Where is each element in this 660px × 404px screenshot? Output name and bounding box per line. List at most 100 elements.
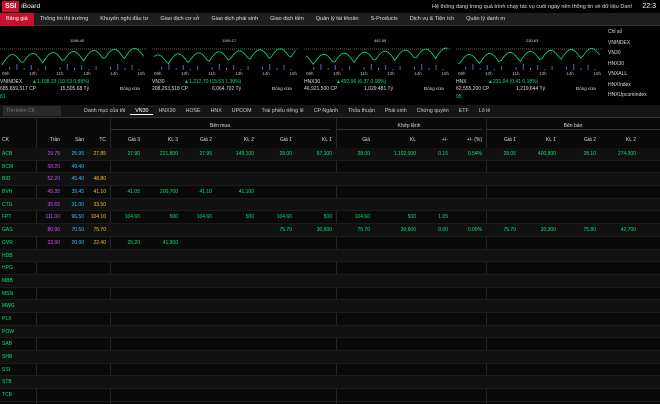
cell-pm: 0.15 xyxy=(438,151,448,157)
col-skl2[interactable]: KL 2 xyxy=(600,137,636,143)
menu-item-3[interactable]: Giao dịch cơ sở xyxy=(154,13,205,26)
top-bar: SSI iBoard Hệ thống đang trong quá trình… xyxy=(0,0,660,13)
col-skl1[interactable]: KL 1 xyxy=(520,137,556,143)
table-row[interactable]: HDB xyxy=(0,249,660,263)
svg-text:492.59: 492.59 xyxy=(374,38,387,43)
filter-tab-0[interactable]: Danh mục của tôi xyxy=(79,108,130,114)
cell-san: 39.45 xyxy=(71,189,84,196)
table-row[interactable]: BCM 58.20 49.40 xyxy=(0,161,660,174)
filter-tab-6[interactable]: Trái phiếu riêng lẻ xyxy=(256,108,308,114)
cell-kl1: 500 xyxy=(323,214,332,221)
table-row[interactable]: CTG 35.65 31.00 33.50 xyxy=(0,198,660,212)
filter-tab-5[interactable]: UPCOM xyxy=(227,108,257,114)
menu-item-1[interactable]: Thông tin thị trường xyxy=(34,13,95,26)
menu-item-2[interactable]: Khuyến nghị đầu tư xyxy=(94,13,154,26)
table-row[interactable]: SAB xyxy=(0,338,660,351)
index-panel-0[interactable]: 1198.40 09h 10h 11h 13h 14h 15h VNINDEX ▲1,19… xyxy=(0,27,147,104)
index-change: ▲1,212.70 (15.53 1.30%) xyxy=(184,79,242,85)
index-volume: 685,659,517 CP xyxy=(0,86,37,92)
svg-text:1199.17: 1199.17 xyxy=(222,38,237,43)
table-row[interactable]: GAS 80.90 70.50 75.70 75.70 30,600 75.70 30,600… xyxy=(0,224,660,237)
table-row[interactable]: PLX xyxy=(0,313,660,326)
cell-pm: 0.00 xyxy=(438,227,448,234)
cell-ck: BID xyxy=(2,176,11,183)
table-row[interactable]: MWG xyxy=(0,300,660,313)
filter-tab-3[interactable]: HOSE xyxy=(181,108,206,114)
menu-item-7[interactable]: S-Products xyxy=(365,13,404,26)
col-tc[interactable]: TC xyxy=(86,137,106,143)
index-option-4[interactable]: VNXALL xyxy=(608,69,660,80)
cell-ck: FPT xyxy=(2,214,12,221)
col-sgia2[interactable]: Giá 2 xyxy=(560,137,596,143)
col-gia2[interactable]: Giá 2 xyxy=(182,137,212,143)
filter-tab-2[interactable]: HNX30 xyxy=(153,108,180,114)
table-row[interactable]: BVH 45.35 39.45 41.10 41.05 200,700 41.10 41,10… xyxy=(0,186,660,199)
index-panel-1[interactable]: 1199.17 09h 10h 11h 13h 14h 15h VN30 ▲1,212.7… xyxy=(152,27,299,104)
index-panel-3[interactable]: 230.63 09h 10h 11h 13h 14h 15h HNX ▲231.04 (0… xyxy=(456,27,603,104)
col-kl1[interactable]: KL 1 xyxy=(296,137,332,143)
index-volume: 208,253,518 CP xyxy=(152,86,189,92)
index-option-2[interactable]: VN30 xyxy=(608,48,660,59)
filter-tab-12[interactable]: Lô lẻ xyxy=(474,108,496,114)
menu-item-9[interactable]: Quản lý danh m xyxy=(460,13,511,26)
col-kl3[interactable]: KL 3 xyxy=(142,137,178,143)
cell-ck: STB xyxy=(2,379,12,386)
col-ck[interactable]: CK xyxy=(2,137,20,143)
index-list[interactable]: Chỉ số VNINDEX VN30 HNX30 VNXALL HNXIndex HNXU… xyxy=(608,27,660,101)
menu-item-0[interactable]: Bảng giá xyxy=(0,12,34,26)
index-option-1[interactable]: VNINDEX xyxy=(608,38,660,49)
col-gia1[interactable]: Giá 1 xyxy=(258,137,292,143)
filter-tab-8[interactable]: Thỏa thuận xyxy=(343,108,380,114)
table-row[interactable]: HPG xyxy=(0,262,660,275)
filter-tab-1[interactable]: VN30 xyxy=(130,108,154,115)
menu-item-4[interactable]: Giao dịch phái sinh xyxy=(205,13,264,26)
table-row[interactable]: POW xyxy=(0,325,660,339)
menu-item-8[interactable]: Dịch vụ & Tiện ích xyxy=(404,13,460,26)
index-option-5[interactable]: HNXIndex xyxy=(608,80,660,91)
buy-side-header: Bên mua xyxy=(110,123,330,130)
col-gia3[interactable]: Giá 3 xyxy=(114,137,140,143)
filter-tab-4[interactable]: HNX xyxy=(206,108,227,114)
col-sgia1[interactable]: Giá 1 xyxy=(486,137,516,143)
filter-tab-11[interactable]: ETF xyxy=(454,108,474,114)
main-menu: Bảng giá Thông tin thị trường Khuyến nghị … xyxy=(0,12,660,26)
col-san[interactable]: Sàn xyxy=(62,137,84,143)
cell-ck: SSI xyxy=(2,366,11,373)
cell-gia: 28.00 xyxy=(357,151,370,157)
col-kl[interactable]: KL xyxy=(374,137,416,143)
index-option-6[interactable]: HNXUpcomIndex xyxy=(608,90,660,101)
menu-item-5[interactable]: Giao dịch tiền xyxy=(264,13,310,26)
index-option-0[interactable]: Chỉ số xyxy=(608,27,660,38)
index-change: ▲1,198.33 (10.53 0.88%) xyxy=(32,79,90,85)
filter-tab-7[interactable]: CP Ngành xyxy=(309,108,343,114)
table-row[interactable]: MSN xyxy=(0,288,660,301)
table-row[interactable]: TCB xyxy=(0,389,660,402)
table-row[interactable]: ACB 29.75 25.95 27.85 27.90 221,800 27.95 149,1… xyxy=(0,148,660,161)
col-pct[interactable]: +/- (%) xyxy=(452,137,482,143)
cell-tc: 33.50 xyxy=(93,201,106,208)
table-row[interactable]: SHB xyxy=(0,351,660,364)
cell-ck: SHB xyxy=(2,354,13,360)
table-row[interactable]: BID 52.20 45.40 48.80 xyxy=(0,173,660,187)
index-option-3[interactable]: HNX30 xyxy=(608,59,660,70)
index-panel-2[interactable]: 492.59 09h 10h 11h 13h 14h 15h HNX30 ▲492.96 … xyxy=(304,27,451,104)
index-name: VN30 xyxy=(152,79,165,85)
menu-item-6[interactable]: Quản lý tài khoản xyxy=(310,13,365,26)
cell-ck: PLX xyxy=(2,315,12,322)
col-kl2[interactable]: KL 2 xyxy=(216,137,254,143)
table-row[interactable]: FPT 111.00 96.50 104.10 104.60 500 104.60 500 10… xyxy=(0,211,660,225)
cell-gia3: 41.05 xyxy=(127,189,140,196)
col-pm[interactable]: +/- xyxy=(420,137,448,143)
table-row[interactable]: GVR 23.90 20.90 22.40 25.20 41,900 xyxy=(0,237,660,250)
filter-tab-10[interactable]: Chứng quyền xyxy=(412,108,454,114)
filter-tab-9[interactable]: Phái sinh xyxy=(380,108,412,114)
cell-kl: 30,600 xyxy=(400,227,416,234)
cell-gia2: 27.95 xyxy=(199,151,212,157)
table-row[interactable]: STB xyxy=(0,376,660,390)
cell-tran: 80.90 xyxy=(47,227,60,234)
table-row[interactable]: MBB xyxy=(0,274,660,288)
search-input[interactable] xyxy=(3,106,61,116)
table-row[interactable]: SSI xyxy=(0,364,660,377)
col-tran[interactable]: Trần xyxy=(38,137,60,143)
col-gia[interactable]: Giá xyxy=(340,137,370,143)
